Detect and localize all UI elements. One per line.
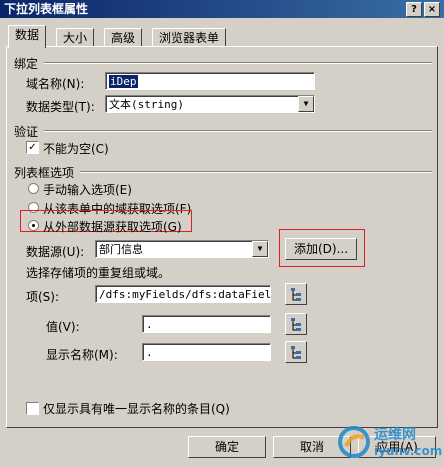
validation-group-label: 验证	[14, 125, 39, 139]
entries-label: 项(S):	[26, 290, 60, 304]
entries-input[interactable]: /dfs:myFields/dfs:dataFields/	[95, 285, 271, 303]
data-source-label: 数据源(U):	[26, 245, 85, 259]
field-name-input[interactable]: iDep	[105, 72, 315, 90]
tab-data[interactable]: 数据	[8, 25, 47, 48]
data-source-select[interactable]: 部门信息 ▼	[95, 240, 269, 258]
xpath-picker-button-value[interactable]	[285, 313, 307, 335]
tree-icon	[291, 288, 301, 301]
data-source-value: 部门信息	[99, 243, 143, 256]
list-options-divider	[80, 171, 432, 173]
tree-icon	[291, 346, 301, 359]
unique-only-checkbox[interactable]	[26, 402, 39, 415]
help-button[interactable]: ?	[406, 2, 422, 17]
entries-value: /dfs:myFields/dfs:dataFields/	[99, 288, 271, 301]
window-title: 下拉列表框属性	[4, 2, 89, 16]
option-manual-label: 手动输入选项(E)	[43, 183, 132, 197]
not-empty-label: 不能为空(C)	[43, 142, 109, 156]
value-input[interactable]: .	[142, 315, 271, 333]
field-name-label: 域名称(N):	[26, 77, 85, 91]
watermark-line1: 运维网	[374, 427, 416, 443]
watermark-line2: iyunv.com	[374, 444, 443, 458]
tab-advanced[interactable]: 高级	[104, 28, 143, 47]
title-bar: 下拉列表框属性 ? ×	[0, 0, 444, 18]
option-external-label: 从外部数据源获取选项(G)	[43, 220, 182, 234]
value-value: .	[146, 318, 153, 331]
watermark-logo: 运维网 iyunv.com	[336, 418, 442, 464]
chevron-down-icon[interactable]: ▼	[252, 241, 268, 257]
data-type-label: 数据类型(T):	[26, 100, 95, 114]
data-type-select[interactable]: 文本(string) ▼	[105, 95, 315, 113]
chevron-down-icon[interactable]: ▼	[298, 96, 314, 112]
option-external-radio[interactable]	[28, 220, 39, 231]
data-type-value: 文本(string)	[109, 98, 184, 111]
xpath-picker-button-display-name[interactable]	[285, 341, 307, 363]
ok-button[interactable]: 确定	[188, 436, 266, 458]
unique-only-label: 仅显示具有唯一显示名称的条目(Q)	[43, 402, 230, 416]
value-label: 值(V):	[46, 320, 80, 334]
hint-text: 选择存储项的重复组或域。	[26, 266, 171, 280]
tree-icon	[291, 318, 301, 331]
list-options-group-label: 列表框选项	[14, 166, 75, 180]
binding-group-label: 绑定	[14, 57, 39, 71]
display-name-input[interactable]: .	[142, 343, 271, 361]
binding-divider	[44, 62, 432, 64]
add-data-source-button[interactable]: 添加(D)...	[285, 238, 357, 260]
watermark-swirl-icon	[338, 426, 370, 458]
not-empty-checkbox[interactable]: ✓	[26, 141, 39, 154]
tab-browser-forms[interactable]: 浏览器表单	[152, 28, 227, 47]
field-name-value: iDep	[109, 75, 138, 88]
tab-size[interactable]: 大小	[56, 28, 95, 47]
option-manual-radio[interactable]	[28, 183, 39, 194]
xpath-picker-button-entries[interactable]	[285, 283, 307, 305]
close-button[interactable]: ×	[424, 2, 440, 17]
display-name-label: 显示名称(M):	[46, 348, 118, 362]
display-name-value: .	[146, 346, 153, 359]
validation-divider	[44, 130, 432, 132]
